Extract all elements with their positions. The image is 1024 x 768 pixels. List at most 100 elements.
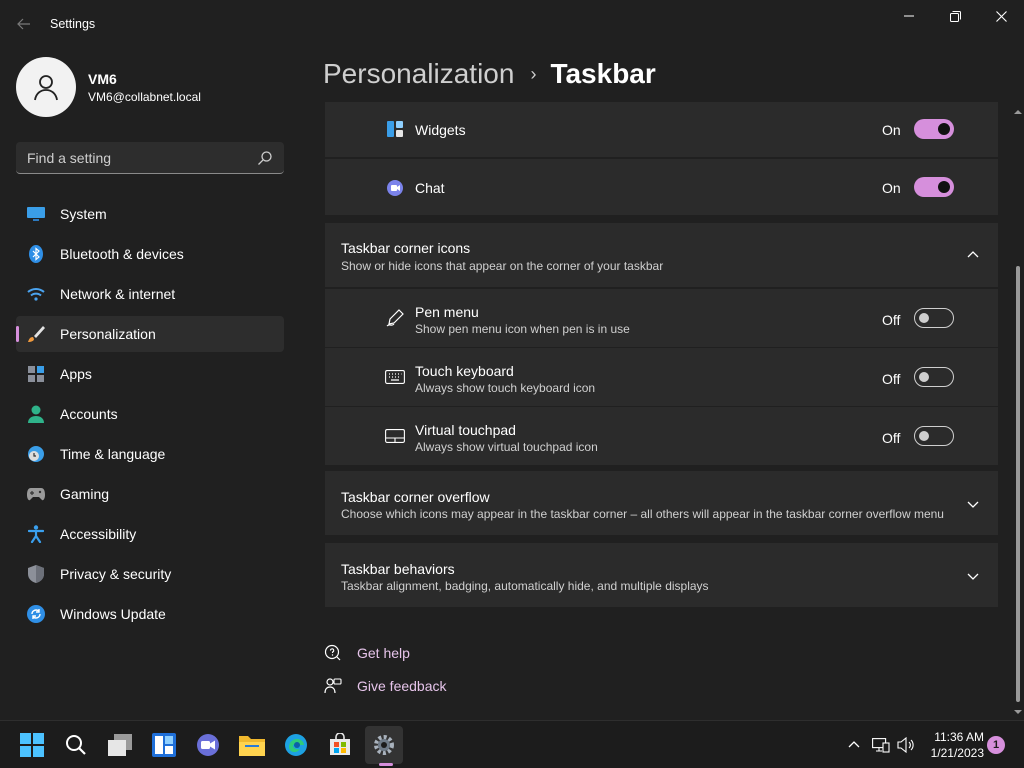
sidebar-item-apps[interactable]: Apps	[16, 356, 284, 392]
virtual-touchpad-toggle[interactable]	[914, 426, 954, 446]
edge-button[interactable]	[277, 726, 315, 764]
virtual-touchpad-row: Virtual touchpad Always show virtual tou…	[325, 407, 998, 465]
widgets-toggle[interactable]	[914, 119, 954, 139]
scroll-thumb[interactable]	[1016, 266, 1020, 702]
search-icon[interactable]	[257, 150, 273, 166]
shield-icon	[26, 564, 46, 584]
chat-icon	[197, 734, 219, 756]
maximize-button[interactable]	[932, 0, 978, 32]
breadcrumb-parent[interactable]: Personalization	[323, 58, 514, 90]
pen-menu-toggle[interactable]	[914, 308, 954, 328]
corner-icons-description: Show or hide icons that appear on the co…	[341, 259, 664, 273]
task-view-button[interactable]	[101, 726, 139, 764]
chat-toggle[interactable]	[914, 177, 954, 197]
network-tray-button[interactable]	[871, 735, 891, 755]
close-button[interactable]	[978, 0, 1024, 32]
brush-icon	[26, 324, 46, 344]
feedback-icon	[323, 676, 343, 696]
sidebar-item-time-language[interactable]: Time & language	[16, 436, 284, 472]
give-feedback-text[interactable]: Give feedback	[357, 678, 447, 694]
user-profile[interactable]: VM6 VM6@collabnet.local	[16, 57, 201, 117]
sidebar-item-label: Privacy & security	[60, 566, 172, 582]
give-feedback-link[interactable]: Give feedback	[323, 675, 447, 697]
corner-overflow-title: Taskbar corner overflow	[341, 489, 490, 505]
chat-label: Chat	[415, 180, 445, 196]
person-icon	[34, 75, 58, 101]
widgets-button[interactable]	[145, 726, 183, 764]
file-explorer-button[interactable]	[233, 726, 271, 764]
sidebar-item-bluetooth[interactable]: Bluetooth & devices	[16, 236, 284, 272]
toggle-knob	[919, 372, 929, 382]
get-help-text[interactable]: Get help	[357, 645, 410, 661]
settings-icon	[374, 735, 394, 755]
gamepad-icon	[26, 484, 46, 504]
touchpad-icon	[385, 426, 405, 446]
scroll-down-icon[interactable]	[1014, 708, 1022, 716]
sidebar-item-label: System	[60, 206, 107, 222]
sidebar-item-accounts[interactable]: Accounts	[16, 396, 284, 432]
touch-keyboard-toggle[interactable]	[914, 367, 954, 387]
notification-badge[interactable]: 1	[987, 736, 1005, 754]
avatar	[16, 57, 76, 117]
sidebar-item-system[interactable]: System	[16, 196, 284, 232]
chat-state: On	[882, 180, 901, 196]
app-title: Settings	[50, 17, 96, 31]
breadcrumb-separator: ›	[530, 63, 537, 84]
chevron-up-icon[interactable]	[966, 248, 980, 262]
start-button[interactable]	[13, 726, 51, 764]
taskbar-behaviors-section[interactable]: Taskbar behaviors Taskbar alignment, bad…	[325, 543, 998, 607]
chevron-down-icon[interactable]	[966, 569, 980, 583]
chevron-down-icon[interactable]	[966, 497, 980, 511]
wifi-icon	[26, 284, 46, 304]
chat-button[interactable]	[189, 726, 227, 764]
show-hidden-icons-button[interactable]	[844, 735, 864, 755]
file-explorer-icon	[239, 736, 265, 756]
widgets-row[interactable]: Widgets On	[325, 102, 998, 157]
store-button[interactable]	[321, 726, 359, 764]
taskbar-behaviors-title: Taskbar behaviors	[341, 561, 455, 577]
taskbar-search-button[interactable]	[57, 726, 95, 764]
back-arrow-icon	[17, 18, 30, 30]
back-button[interactable]	[10, 10, 38, 38]
sidebar-item-label: Personalization	[60, 326, 156, 342]
bluetooth-icon	[26, 244, 46, 264]
toggle-knob	[919, 431, 929, 441]
search-box[interactable]	[16, 142, 284, 174]
profile-name: VM6	[88, 70, 117, 87]
minimize-button[interactable]	[886, 0, 932, 32]
taskbar-clock[interactable]: 11:36 AM 1/21/2023	[922, 729, 984, 761]
apps-icon	[26, 364, 46, 384]
search-input[interactable]	[27, 149, 247, 166]
clock-time: 11:36 AM	[934, 730, 984, 744]
search-icon	[66, 735, 86, 755]
sidebar-item-personalization[interactable]: Personalization	[16, 316, 284, 352]
scrollbar[interactable]	[1014, 106, 1022, 718]
sidebar-item-windows-update[interactable]: Windows Update	[16, 596, 284, 632]
sidebar-item-label: Accounts	[60, 406, 118, 422]
sidebar-item-label: Windows Update	[60, 606, 166, 622]
sidebar-item-label: Accessibility	[60, 526, 137, 542]
get-help-link[interactable]: Get help	[323, 642, 447, 664]
chat-row[interactable]: Chat On	[325, 159, 998, 215]
speaker-icon	[897, 737, 914, 753]
virtual-touchpad-description: Always show virtual touchpad icon	[415, 440, 598, 454]
help-links: Get help Give feedback	[323, 642, 447, 708]
sidebar-item-gaming[interactable]: Gaming	[16, 476, 284, 512]
sidebar-item-network[interactable]: Network & internet	[16, 276, 284, 312]
corner-icons-header[interactable]: Taskbar corner icons Show or hide icons …	[325, 223, 998, 287]
corner-overflow-section[interactable]: Taskbar corner overflow Choose which ico…	[325, 471, 998, 535]
chat-icon	[385, 178, 405, 198]
volume-tray-button[interactable]	[896, 735, 916, 755]
profile-email: VM6@collabnet.local	[88, 89, 201, 104]
virtual-touchpad-state: Off	[882, 430, 901, 446]
toggle-knob	[938, 123, 950, 135]
sidebar-item-accessibility[interactable]: Accessibility	[16, 516, 284, 552]
scroll-up-icon[interactable]	[1014, 108, 1022, 116]
touch-keyboard-state: Off	[882, 371, 901, 387]
touch-keyboard-description: Always show touch keyboard icon	[415, 381, 596, 395]
corner-overflow-description: Choose which icons may appear in the tas…	[341, 507, 944, 521]
sidebar-item-privacy[interactable]: Privacy & security	[16, 556, 284, 592]
network-icon	[872, 738, 890, 753]
settings-button[interactable]	[365, 726, 403, 764]
page-title: Taskbar	[550, 58, 656, 89]
